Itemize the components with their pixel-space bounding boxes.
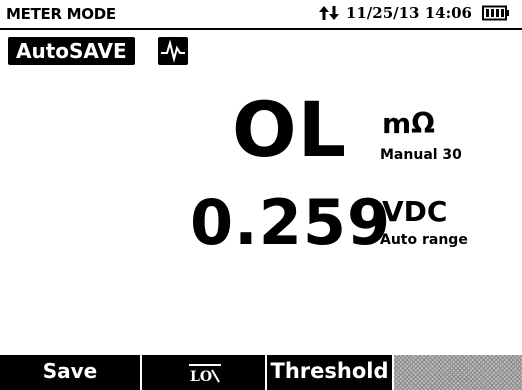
lo-ohm-icon: LO — [188, 363, 221, 385]
threshold-softkey[interactable]: Threshold — [265, 355, 392, 390]
battery-icon — [478, 5, 510, 21]
primary-reading-unit: mΩ — [382, 107, 435, 140]
waveform-icon — [158, 37, 188, 65]
save-softkey[interactable]: Save — [0, 355, 140, 390]
autosave-indicator: AutoSAVE — [8, 37, 135, 65]
svg-text:LO: LO — [190, 369, 212, 385]
title-bar: METER MODE 11/25/13 14:06 — [0, 0, 522, 30]
transfer-arrows-icon — [318, 4, 340, 22]
primary-reading-value: OL — [232, 85, 348, 174]
date-time: 11/25/13 14:06 — [345, 4, 472, 22]
secondary-range-label: Auto range — [380, 232, 468, 248]
meter-screen: METER MODE 11/25/13 14:06 AutoSAVE OL mΩ… — [0, 0, 522, 390]
lo-ohm-softkey[interactable]: LO — [140, 355, 265, 390]
softkey-bar: Save LO Threshold — [0, 355, 522, 390]
primary-range-label: Manual 30 — [380, 147, 462, 163]
secondary-reading-unit: VDC — [382, 195, 448, 228]
status-area: 11/25/13 14:06 — [318, 4, 510, 22]
secondary-reading-value: 0.259 — [190, 186, 392, 259]
blank-softkey[interactable] — [392, 355, 522, 390]
mode-title: METER MODE — [6, 5, 116, 23]
